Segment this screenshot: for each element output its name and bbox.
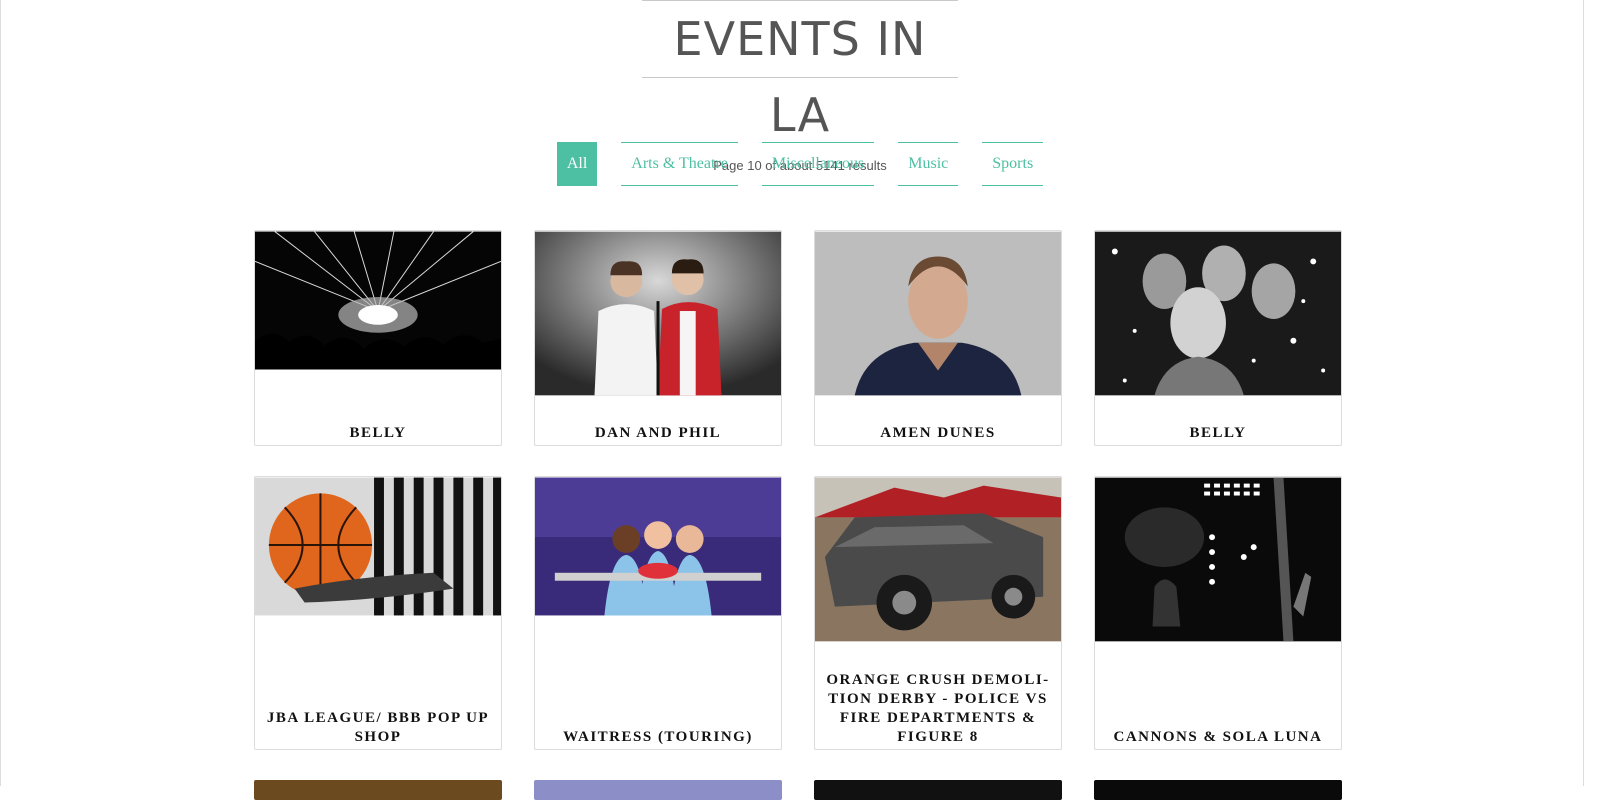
event-image-partial bbox=[1094, 780, 1342, 800]
tab-arts-theatre[interactable]: Arts & Theatre bbox=[621, 142, 738, 186]
tab-music[interactable]: Music bbox=[898, 142, 959, 186]
event-image-waitresses bbox=[535, 477, 781, 616]
event-card[interactable]: DAN AND PHIL bbox=[534, 230, 782, 446]
event-image-concert-stage bbox=[1095, 477, 1341, 642]
category-tabs: All Arts & Theatre Miscellaneous Music S… bbox=[0, 142, 1600, 186]
event-image-band-portrait bbox=[1095, 231, 1341, 396]
event-card[interactable] bbox=[254, 780, 502, 800]
event-card[interactable]: BELLY bbox=[254, 230, 502, 446]
event-card[interactable] bbox=[534, 780, 782, 800]
event-card[interactable] bbox=[814, 780, 1062, 800]
event-image-man-portrait bbox=[815, 231, 1061, 396]
event-card[interactable]: BELLY bbox=[1094, 230, 1342, 446]
event-card[interactable]: JBA LEAGUE/ BBB POP UP SHOP bbox=[254, 476, 502, 750]
tab-miscellaneous[interactable]: Miscellaneous bbox=[761, 142, 875, 186]
event-card[interactable]: AMEN DUNES bbox=[814, 230, 1062, 446]
event-title: BELLY bbox=[349, 425, 407, 441]
event-title: CANNONS & SOLA LUNA bbox=[1113, 729, 1323, 745]
event-image-two-men bbox=[535, 231, 781, 396]
event-card[interactable]: WAITRESS (TOURING) bbox=[534, 476, 782, 750]
tab-all[interactable]: All bbox=[556, 142, 598, 186]
event-card[interactable]: ORANGE CRUSH DEMOLI-TION DERBY - POLICE … bbox=[814, 476, 1062, 750]
event-image-partial bbox=[254, 780, 502, 800]
event-card[interactable] bbox=[1094, 780, 1342, 800]
event-title: AMEN DUNES bbox=[880, 425, 996, 441]
event-title: WAITRESS (TOURING) bbox=[563, 729, 753, 745]
event-image-partial bbox=[814, 780, 1062, 800]
event-card[interactable]: CANNONS & SOLA LUNA bbox=[1094, 476, 1342, 750]
event-title: JBA LEAGUE/ BBB POP UP SHOP bbox=[266, 710, 490, 745]
page-title: EVENTS IN LA bbox=[673, 12, 927, 142]
event-title: ORANGE CRUSH DEMOLI-TION DERBY - POLICE … bbox=[826, 672, 1050, 745]
event-title: DAN AND PHIL bbox=[594, 425, 722, 441]
event-image-derby-car bbox=[815, 477, 1061, 642]
event-image-basketball bbox=[255, 477, 501, 616]
event-image-partial bbox=[534, 780, 782, 800]
title-wrap: EVENTS IN LA bbox=[642, 0, 958, 142]
event-title: BELLY bbox=[1189, 425, 1247, 441]
tab-sports[interactable]: Sports bbox=[982, 142, 1044, 186]
event-image-concert-beams bbox=[255, 231, 501, 370]
